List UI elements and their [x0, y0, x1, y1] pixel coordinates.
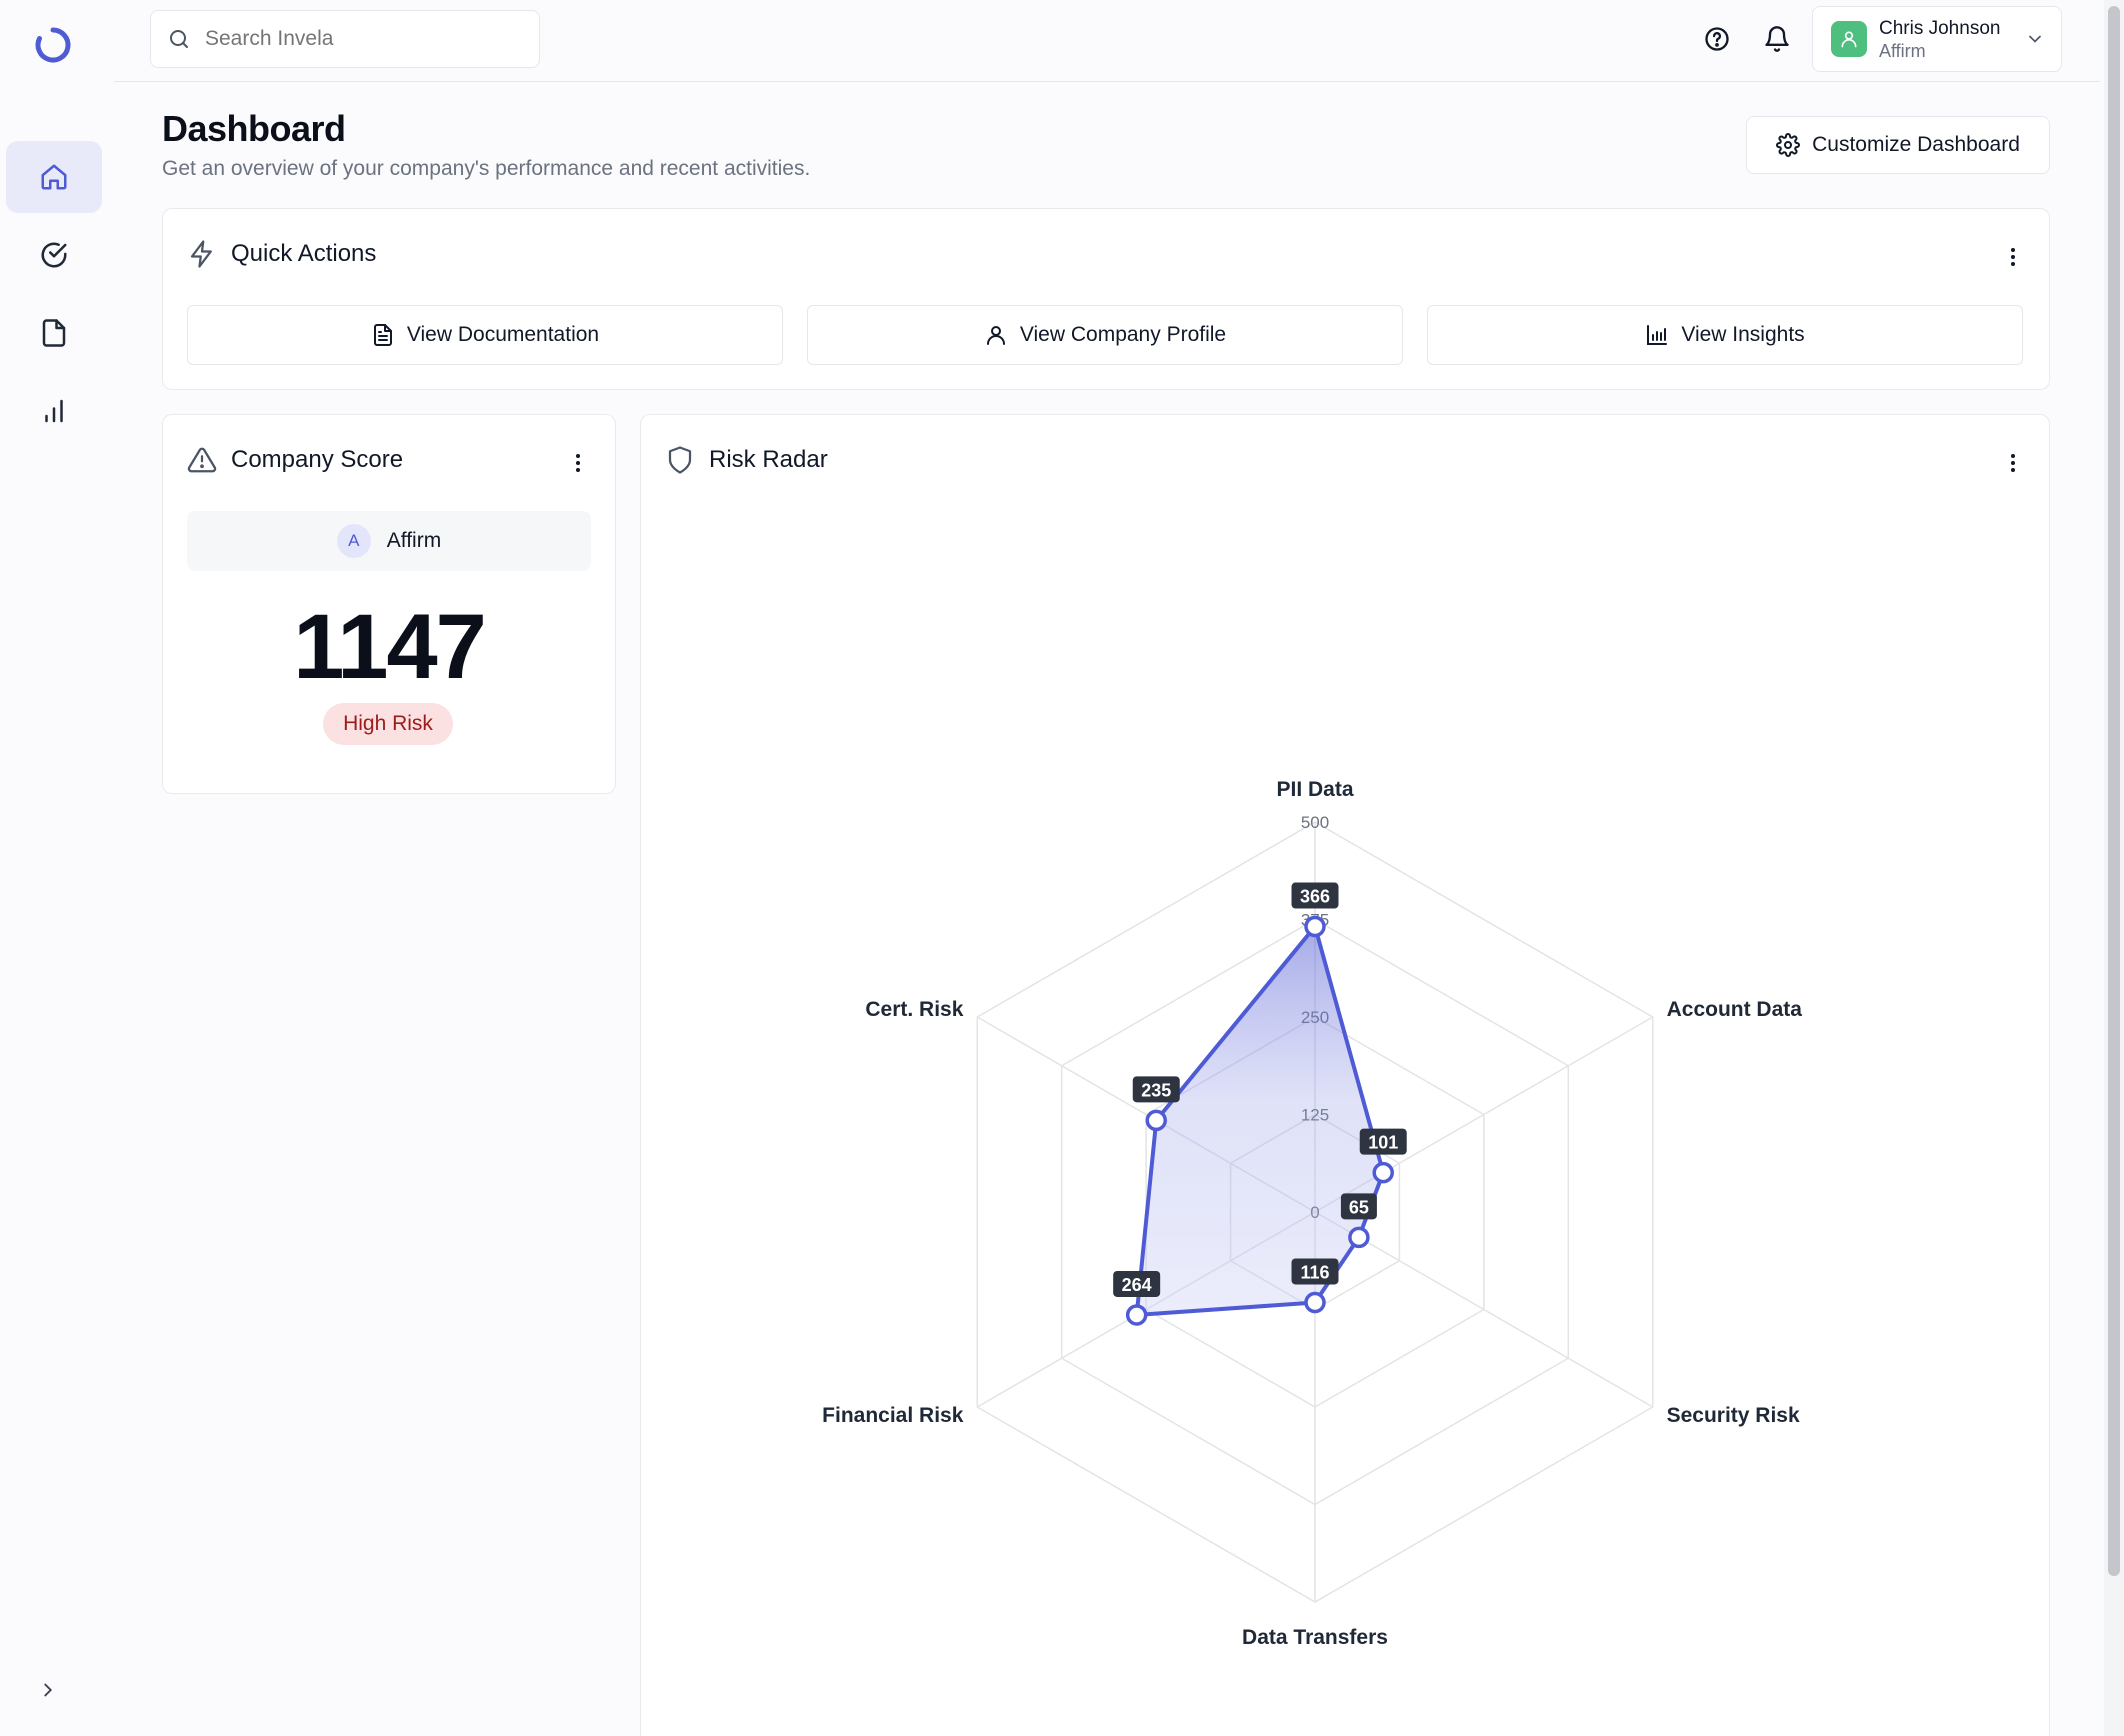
radar-point [1304, 915, 1326, 938]
scrollbar-thumb[interactable] [2108, 6, 2120, 1576]
view-insights-label: View Insights [1681, 323, 1805, 346]
bar-chart-icon [45, 399, 63, 423]
sidebar [0, 0, 114, 1736]
risk-radar-card: Risk Radar 0125250375500 PII DataAccount… [640, 414, 2050, 1736]
notifications-button[interactable] [1760, 22, 1794, 56]
risk-radar-chart: 0125250375500 PII DataAccount DataSecuri… [822, 778, 1803, 1649]
radar-series-area [1134, 924, 1386, 1317]
quick-actions-menu-button[interactable] [2001, 245, 2025, 269]
lightning-icon [190, 240, 212, 268]
radar-value-label: 101 [1368, 1133, 1398, 1153]
search-box[interactable] [150, 10, 540, 68]
view-company-profile-button[interactable]: View Company Profile [807, 305, 1403, 365]
radar-axis-label: Security Risk [1667, 1404, 1800, 1427]
chevron-down-icon [2029, 35, 2041, 43]
sidebar-item-home[interactable] [6, 141, 102, 213]
radar-axis-label: Cert. Risk [865, 998, 963, 1021]
sidebar-item-tasks[interactable] [6, 219, 102, 291]
quick-actions-header: Quick Actions [187, 239, 376, 269]
file-icon [42, 319, 66, 347]
page-title: Dashboard [162, 108, 346, 149]
home-icon [41, 164, 67, 190]
radar-point [1304, 1291, 1326, 1314]
radar-axis-label: Data Transfers [1242, 1626, 1388, 1649]
radar-tick-label: 500 [1301, 813, 1329, 832]
user-menu[interactable]: Chris Johnson Affirm [1812, 6, 2062, 72]
check-circle-icon [41, 242, 67, 268]
company-score-card: Company Score A Affirm 1147 High Risk [162, 414, 616, 794]
radar-axis-label: Account Data [1667, 998, 1803, 1021]
company-score-title: Company Score [231, 446, 404, 473]
sidebar-item-documents[interactable] [6, 297, 102, 369]
avatar [1831, 21, 1867, 57]
radar-point [1125, 1304, 1148, 1326]
radar-value-label: 235 [1141, 1080, 1171, 1100]
warning-icon [187, 447, 217, 473]
quick-actions-title: Quick Actions [231, 240, 377, 267]
more-vertical-icon [576, 454, 580, 472]
topbar: Chris Johnson Affirm [114, 0, 2100, 82]
risk-level-badge: High Risk [323, 703, 453, 745]
user-icon [986, 326, 1005, 345]
company-score-header: Company Score [187, 445, 403, 475]
search-input[interactable] [205, 27, 505, 51]
company-score-menu-button[interactable] [566, 451, 590, 475]
sidebar-expand-button[interactable] [34, 1676, 62, 1704]
company-score-value: 1147 [293, 596, 487, 698]
radar-axis-label: PII Data [1276, 778, 1353, 801]
company-name: Affirm [386, 529, 442, 552]
radar-value-label: 65 [1349, 1197, 1369, 1217]
search-icon [170, 30, 188, 48]
gear-icon [1776, 133, 1801, 157]
company-chip: A Affirm [187, 511, 591, 571]
company-avatar: A [336, 524, 371, 558]
help-icon [1705, 27, 1729, 51]
radar-point [1372, 1161, 1394, 1184]
help-button[interactable] [1700, 22, 1734, 56]
view-insights-button[interactable]: View Insights [1427, 305, 2023, 365]
chart-icon [1647, 325, 1668, 345]
user-name: Chris Johnson [1879, 18, 2001, 39]
radar-point [1348, 1226, 1370, 1249]
user-icon [1841, 31, 1857, 48]
radar-point [1145, 1109, 1168, 1132]
radar-value-label: 116 [1300, 1262, 1329, 1282]
page-subtitle: Get an overview of your company's perfor… [162, 157, 811, 180]
app-logo-icon[interactable] [32, 24, 74, 66]
document-icon [373, 324, 392, 346]
more-vertical-icon [2011, 248, 2015, 266]
radar-value-label: 366 [1300, 887, 1330, 907]
customize-dashboard-button[interactable]: Customize Dashboard [1746, 116, 2050, 174]
quick-actions-card: Quick Actions View Documentation View Co… [162, 208, 2050, 390]
radar-value-label: 264 [1122, 1275, 1152, 1295]
view-documentation-button[interactable]: View Documentation [187, 305, 783, 365]
view-company-profile-label: View Company Profile [1019, 323, 1227, 346]
view-documentation-label: View Documentation [406, 323, 600, 346]
customize-dashboard-label: Customize Dashboard [1812, 133, 2020, 156]
bell-icon [1765, 26, 1789, 52]
page-scrollbar[interactable] [2104, 0, 2124, 1736]
radar-axis-label: Financial Risk [822, 1404, 964, 1427]
chevron-right-icon [44, 1683, 53, 1697]
user-company: Affirm [1879, 41, 1926, 61]
sidebar-item-insights[interactable] [6, 375, 102, 447]
